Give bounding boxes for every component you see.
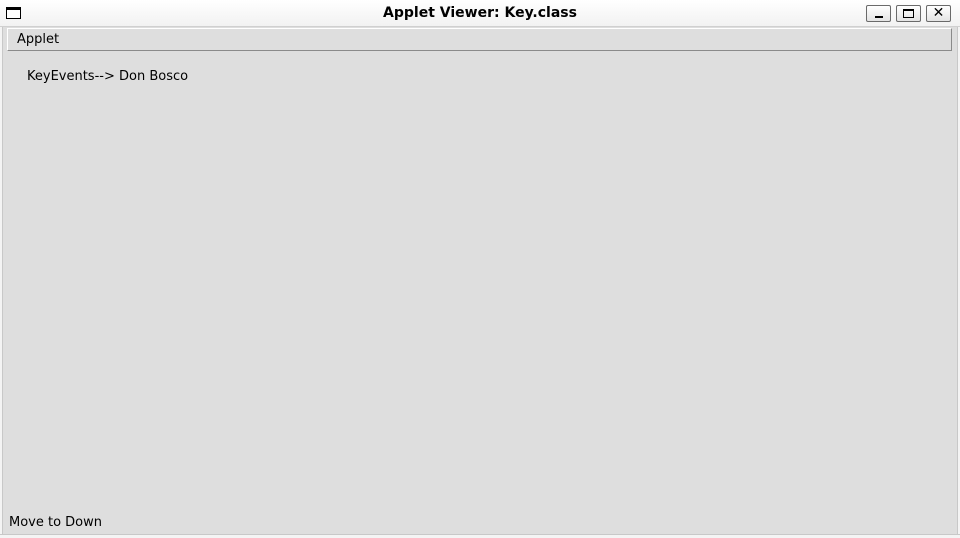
menu-bar: Applet (7, 28, 952, 51)
applet-viewer-window: Applet Viewer: Key.class ✕ Applet KeyEve… (0, 0, 960, 538)
applet-canvas[interactable]: KeyEvents--> Don Bosco (7, 52, 952, 512)
maximize-button[interactable] (896, 5, 921, 22)
window-title: Applet Viewer: Key.class (383, 5, 577, 21)
window-menu-icon[interactable] (6, 7, 21, 19)
window-frame-left (0, 27, 3, 538)
window-frame-bottom (0, 534, 960, 538)
menu-applet[interactable]: Applet (17, 32, 59, 47)
key-events-text: KeyEvents--> Don Bosco (27, 69, 189, 84)
status-bar: Move to Down (3, 512, 957, 534)
minimize-button[interactable] (866, 5, 891, 22)
minimize-icon (875, 16, 883, 18)
status-text: Move to Down (9, 515, 103, 530)
close-button[interactable]: ✕ (926, 5, 951, 22)
title-bar[interactable]: Applet Viewer: Key.class ✕ (0, 0, 960, 27)
maximize-icon (903, 9, 914, 18)
close-icon: ✕ (932, 5, 945, 21)
